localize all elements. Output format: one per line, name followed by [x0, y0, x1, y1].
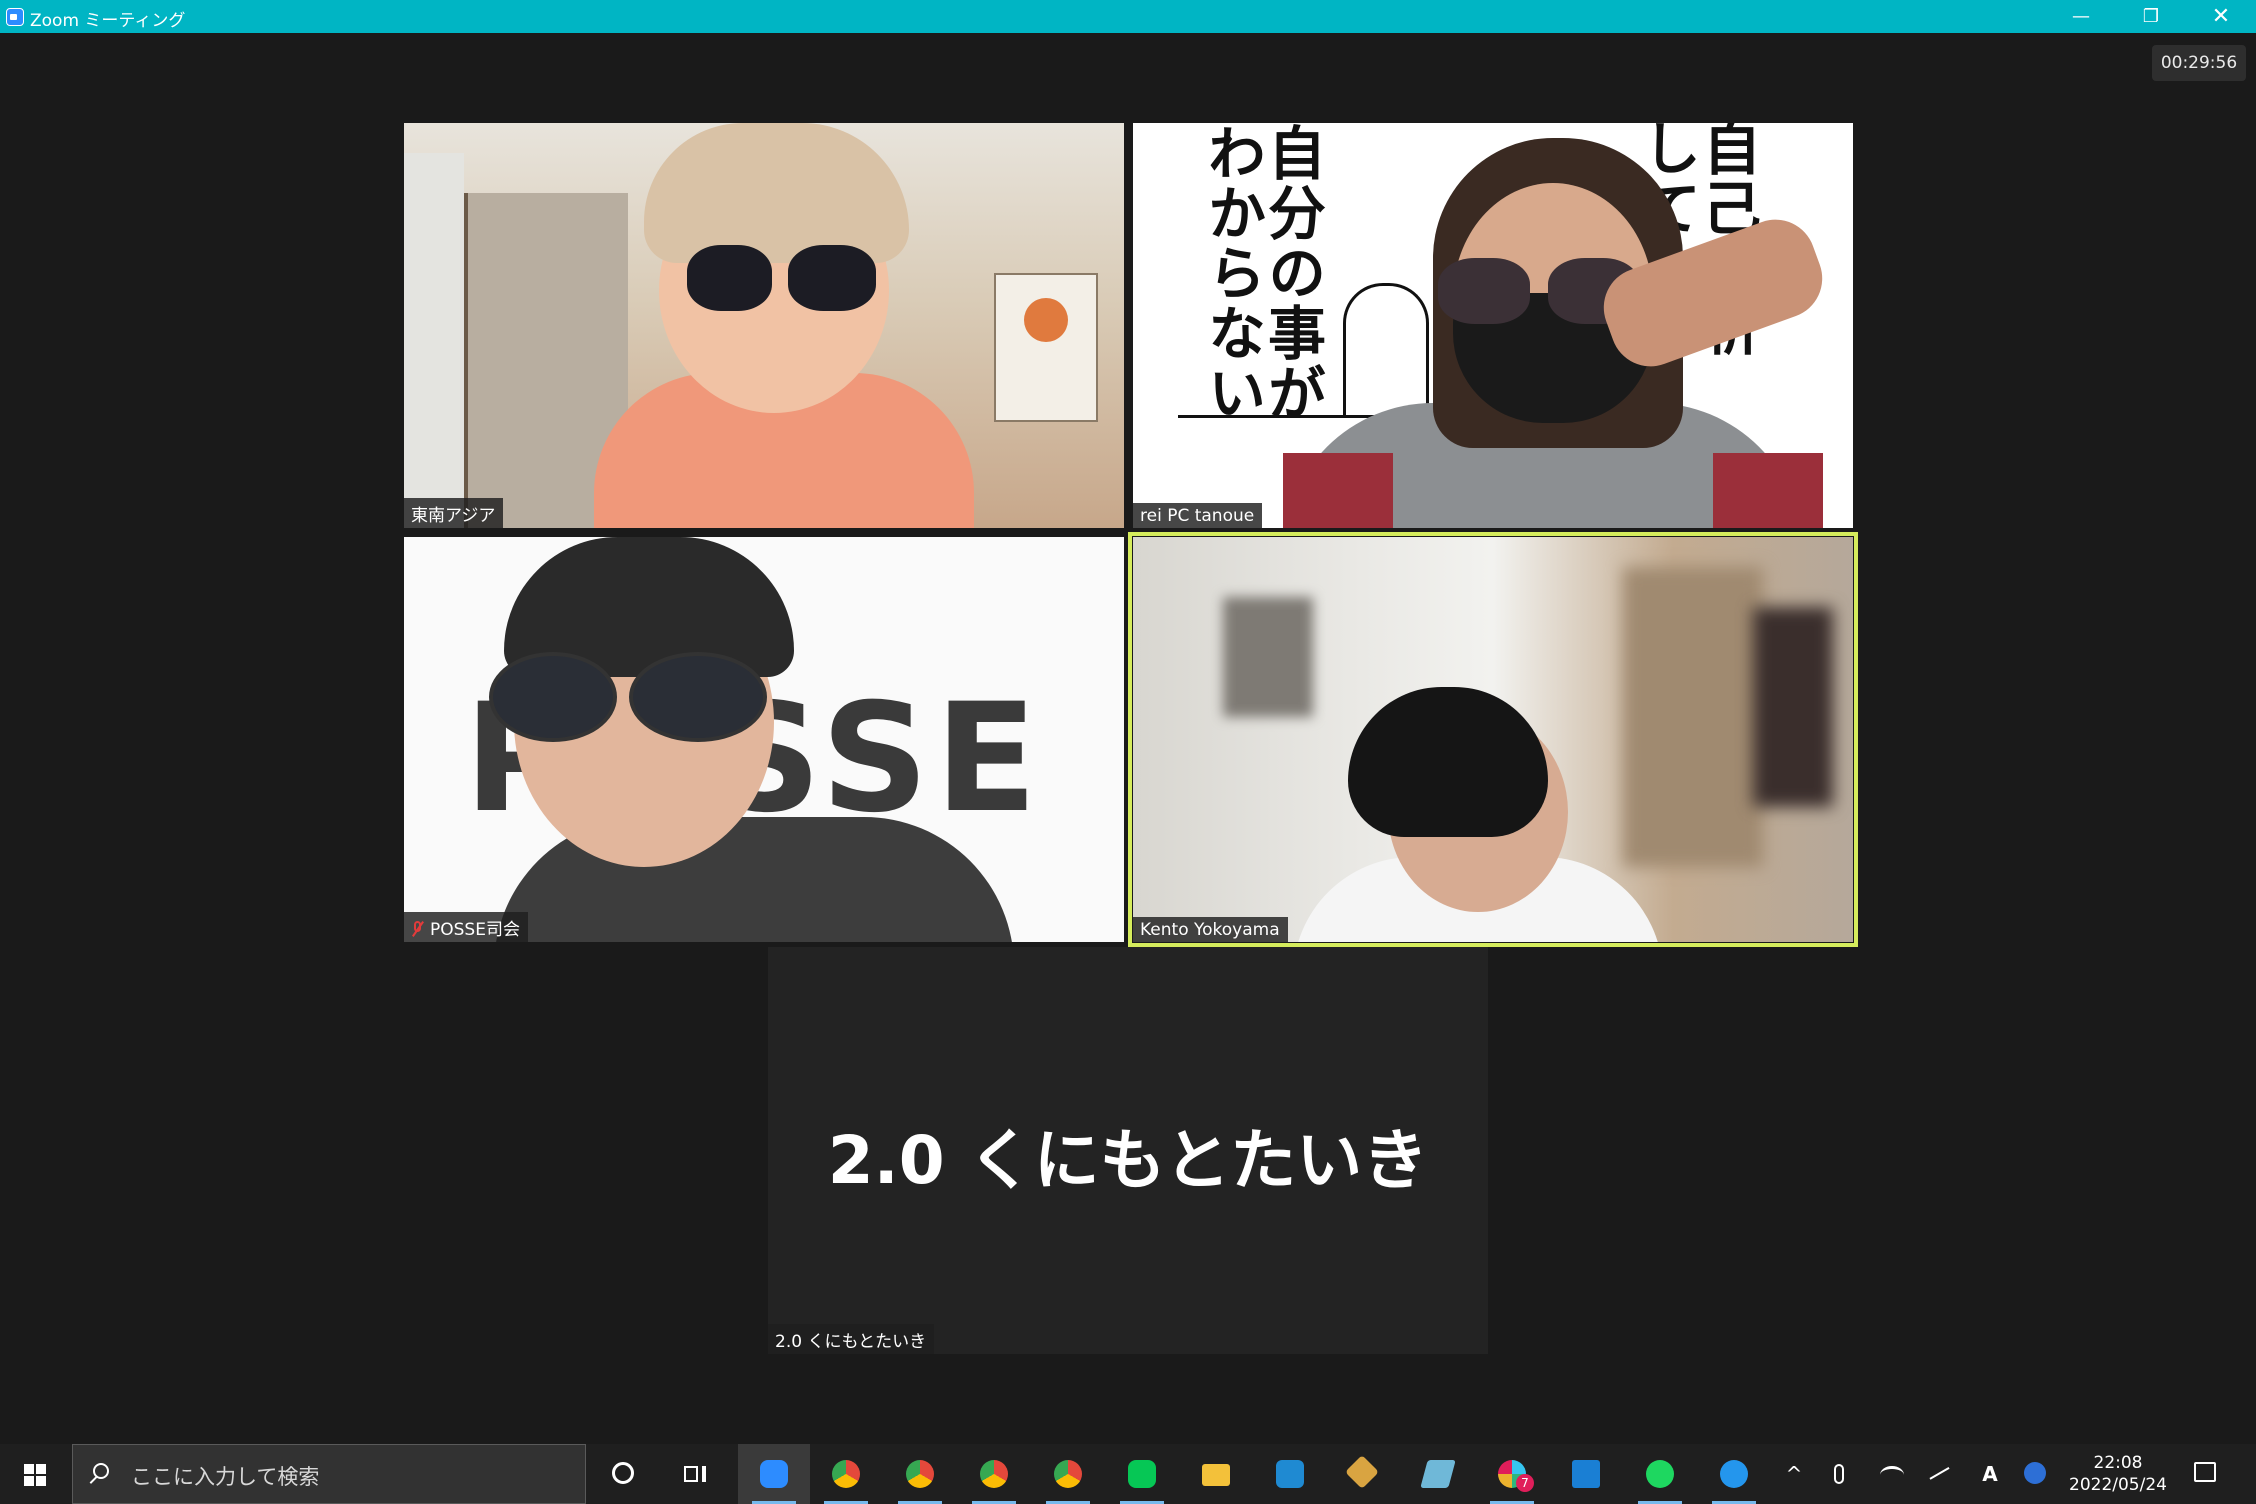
video-tile-5[interactable]: 2.0 くにもとたいき 2.0 くにもとたいき — [768, 947, 1488, 1354]
chrome-icon — [832, 1460, 860, 1488]
video-tile-4[interactable]: Kento Yokoyama — [1133, 537, 1853, 942]
zoom-icon — [760, 1460, 788, 1488]
taskbar-app-explorer[interactable] — [1180, 1444, 1252, 1504]
restore-button[interactable]: ❐ — [2116, 0, 2186, 33]
taskbar-app-docker[interactable] — [1698, 1444, 1770, 1504]
git-icon — [1345, 1455, 1379, 1489]
docker-icon — [1720, 1460, 1748, 1488]
participant-name: 東南アジア — [404, 498, 504, 528]
poster — [994, 273, 1098, 422]
vscode-icon — [1276, 1460, 1304, 1488]
hair — [644, 123, 909, 263]
notification-center-icon[interactable] — [2194, 1462, 2216, 1482]
participant-name: POSSE司会 — [404, 912, 528, 942]
meeting-timer: 00:29:56 — [2152, 45, 2246, 81]
line-icon — [1128, 1460, 1156, 1488]
minimize-button[interactable]: — — [2046, 0, 2116, 33]
taskbar-app-vscode[interactable] — [1254, 1444, 1326, 1504]
microphone-icon[interactable] — [1834, 1464, 1844, 1484]
wifi-icon[interactable] — [1880, 1466, 1904, 1484]
participant-name: rei PC tanoue — [1133, 503, 1263, 528]
task-view-icon[interactable] — [682, 1462, 708, 1486]
store-icon — [1572, 1460, 1600, 1488]
poster-emblem — [1024, 298, 1068, 342]
taskbar-app-chrome-2[interactable] — [884, 1444, 956, 1504]
search-placeholder: ここに入力して検索 — [131, 1465, 320, 1489]
left-lens — [1438, 258, 1530, 324]
slack-badge: 7 — [1516, 1474, 1534, 1492]
background-text-4: わからない — [1198, 123, 1266, 423]
windows-logo-icon — [24, 1464, 46, 1486]
cortana-icon[interactable] — [612, 1462, 634, 1484]
taskbar-app-zoom[interactable] — [738, 1444, 810, 1504]
left-lens — [489, 652, 617, 742]
video-tile-1[interactable]: 東南アジア — [404, 123, 1124, 528]
show-hidden-icons-button[interactable]: ^ — [1784, 1462, 1804, 1486]
flannel-right — [1713, 453, 1823, 528]
taskbar: ここに入力して検索 7 ^ A 22:08 2022/05/24 — [0, 1444, 2256, 1504]
start-button[interactable] — [0, 1444, 72, 1504]
participant-display-name: 2.0 くにもとたいき — [827, 1122, 1429, 1199]
chrome-icon — [906, 1460, 934, 1488]
close-button[interactable]: ✕ — [2186, 0, 2256, 33]
window-title: Zoom ミーティング — [30, 11, 186, 31]
taskbar-clock[interactable]: 22:08 2022/05/24 — [2052, 1452, 2184, 1496]
blurred-object — [1753, 607, 1833, 807]
search-icon — [93, 1463, 109, 1479]
chrome-icon — [1054, 1460, 1082, 1488]
zoom-app-icon — [6, 8, 24, 26]
video-tile-2[interactable]: わからない 自分の事が して 自己分析 rei PC tanoue — [1133, 123, 1853, 528]
participant-name: Kento Yokoyama — [1133, 917, 1288, 942]
curtain — [404, 153, 464, 528]
taskbar-app-git[interactable] — [1328, 1444, 1400, 1504]
title-bar: Zoom ミーティング — ❐ ✕ — [0, 0, 2256, 33]
onedrive-icon[interactable] — [2024, 1462, 2046, 1484]
muted-mic-icon — [411, 921, 425, 937]
right-lens — [788, 245, 876, 311]
taskbar-app-line[interactable] — [1106, 1444, 1178, 1504]
clock-date: 2022/05/24 — [2069, 1475, 2167, 1495]
right-lens — [629, 652, 767, 742]
ime-indicator[interactable]: A — [1980, 1462, 2000, 1486]
taskbar-app-chrome-3[interactable] — [958, 1444, 1030, 1504]
taskbar-app-chrome-1[interactable] — [810, 1444, 882, 1504]
taskbar-app-chrome-4[interactable] — [1032, 1444, 1104, 1504]
left-lens — [687, 245, 772, 311]
blurred-shelf — [1223, 597, 1313, 717]
notepad-icon — [1420, 1460, 1456, 1488]
taskbar-search[interactable]: ここに入力して検索 — [72, 1444, 586, 1504]
file-explorer-icon — [1202, 1464, 1230, 1486]
chrome-icon — [980, 1460, 1008, 1488]
taskbar-app-notepad[interactable] — [1402, 1444, 1474, 1504]
background-text-3: 自分の事が — [1258, 123, 1326, 423]
blurred-door — [1623, 567, 1763, 867]
clock-time: 22:08 — [2093, 1453, 2143, 1473]
pen-icon[interactable] — [1929, 1467, 1953, 1485]
taskbar-app-slack[interactable]: 7 — [1476, 1444, 1548, 1504]
taskbar-app-spotify[interactable] — [1624, 1444, 1696, 1504]
hair — [1348, 687, 1548, 837]
flannel-left — [1283, 453, 1393, 528]
illustration-figure — [1343, 283, 1429, 416]
video-tile-3[interactable]: POSSE POSSE司会 — [404, 537, 1124, 942]
spotify-icon — [1646, 1460, 1674, 1488]
taskbar-app-store[interactable] — [1550, 1444, 1622, 1504]
participant-name: 2.0 くにもとたいき — [768, 1324, 935, 1354]
